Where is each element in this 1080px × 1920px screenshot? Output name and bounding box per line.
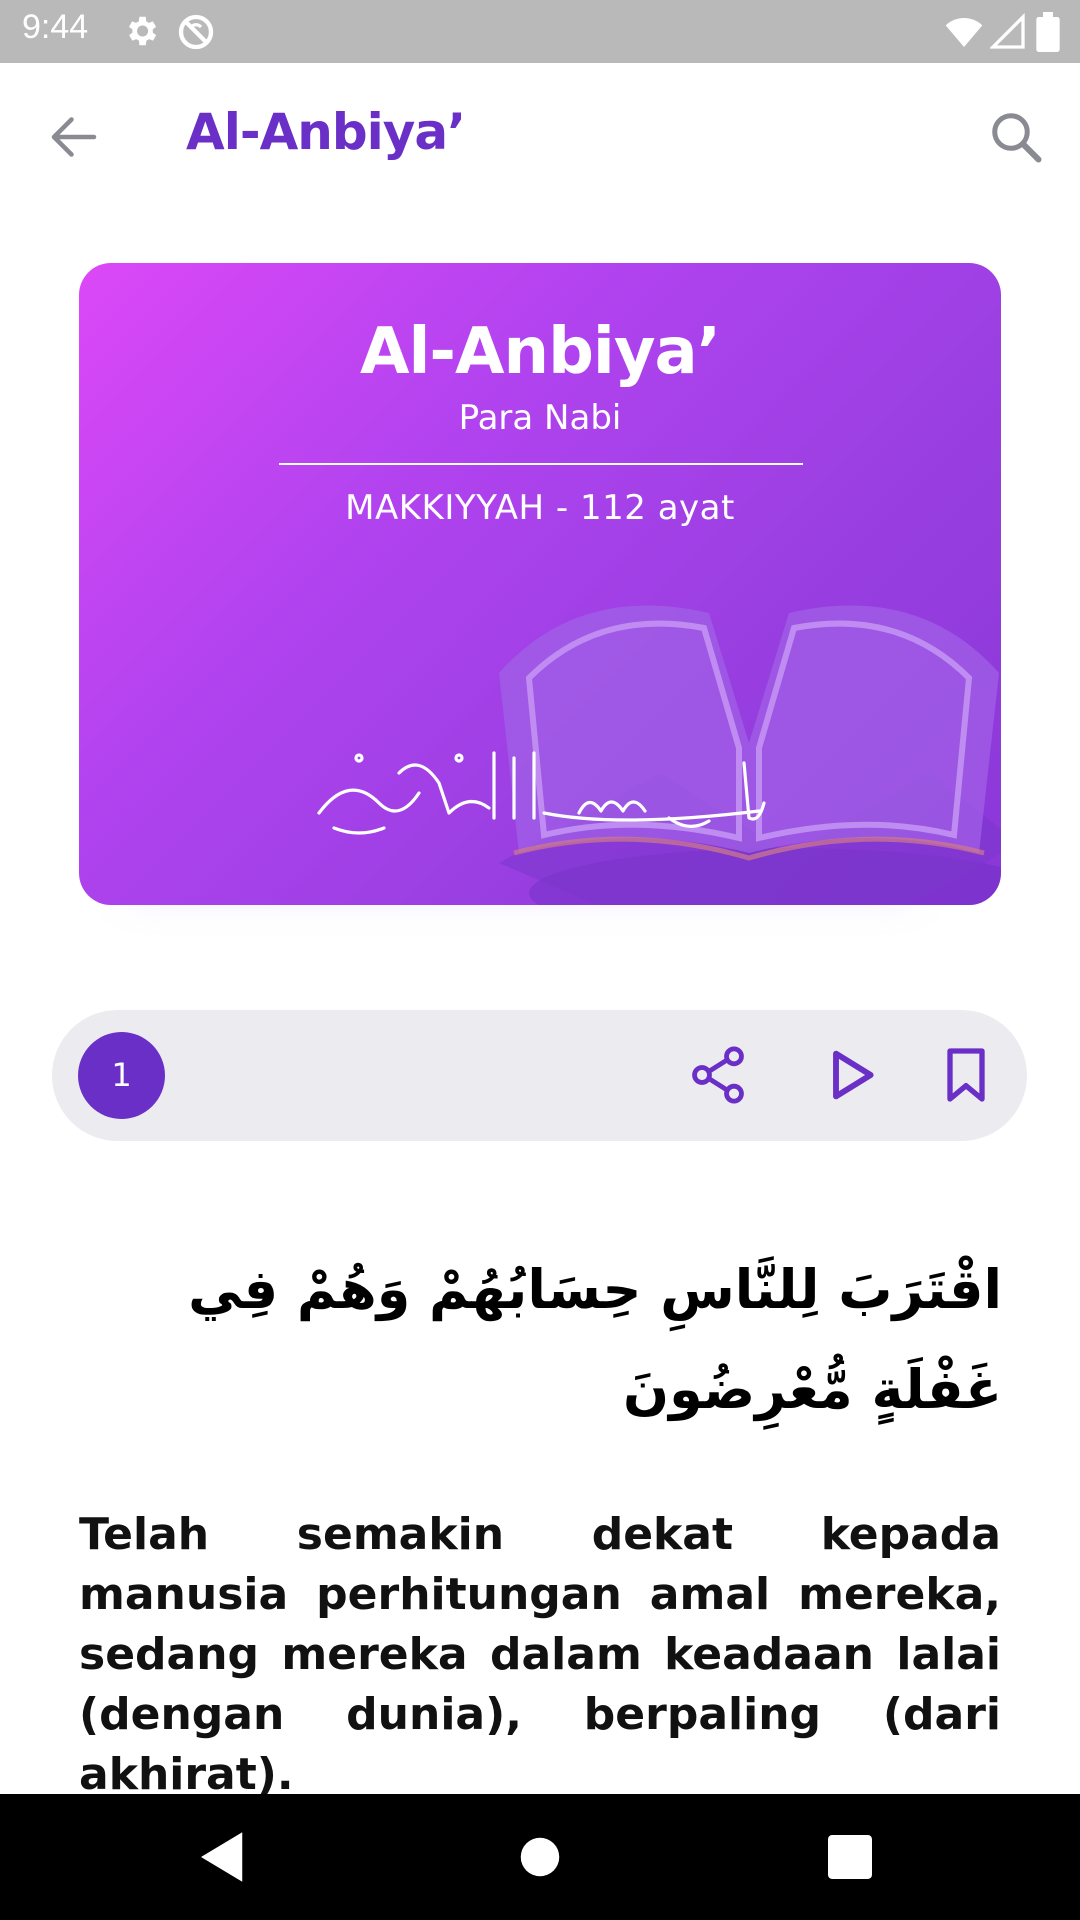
share-icon [692,1046,744,1104]
back-button[interactable] [44,107,104,167]
play-icon [833,1050,874,1100]
sync-off-icon [176,12,216,56]
home-circle-icon [520,1837,560,1877]
ayah-toolbar: 1 [52,1010,1027,1141]
recents-square-icon [828,1835,872,1879]
status-time: 9:44 [22,8,89,46]
ayah-arabic-text: اقْتَرَبَ لِلنَّاسِ حِسَابُهُمْ وَهُمْ ف… [188,1258,1002,1421]
surah-title: Al-Anbiya’ [359,315,721,389]
page-title: Al-Anbiya’ [186,103,466,161]
status-bar: 9:44 [0,0,1080,63]
play-button[interactable] [820,1043,884,1107]
search-button[interactable] [986,107,1046,167]
ayah-translation: Telah semakin dekat kepada manusia perhi… [79,1509,1001,1800]
arrow-left-icon [51,117,97,157]
bookmark-button[interactable] [934,1043,998,1107]
search-icon [992,113,1042,163]
quran-book-icon [499,605,1001,905]
system-nav-bar [0,1794,1080,1920]
battery-icon [1036,12,1060,56]
surah-card: Al-Anbiya’ Para Nabi MAKKIYYAH - 112 aya… [79,263,1001,905]
card-divider [279,463,803,465]
share-button[interactable] [686,1043,750,1107]
nav-back-button[interactable] [190,1824,256,1890]
bookmark-icon [947,1048,985,1102]
ayah-number-badge: 1 [78,1032,165,1119]
gear-icon [122,12,160,54]
wifi-icon [944,12,984,56]
surah-info: MAKKIYYAH - 112 ayat [345,488,735,528]
back-triangle-icon [201,1832,243,1882]
app-bar: Al-Anbiya’ [0,63,1080,209]
signal-icon [989,12,1026,56]
surah-meaning: Para Nabi [458,398,622,438]
bismillah-calligraphy-icon [317,751,766,835]
nav-home-button[interactable] [507,1824,573,1890]
nav-recents-button[interactable] [817,1824,883,1890]
